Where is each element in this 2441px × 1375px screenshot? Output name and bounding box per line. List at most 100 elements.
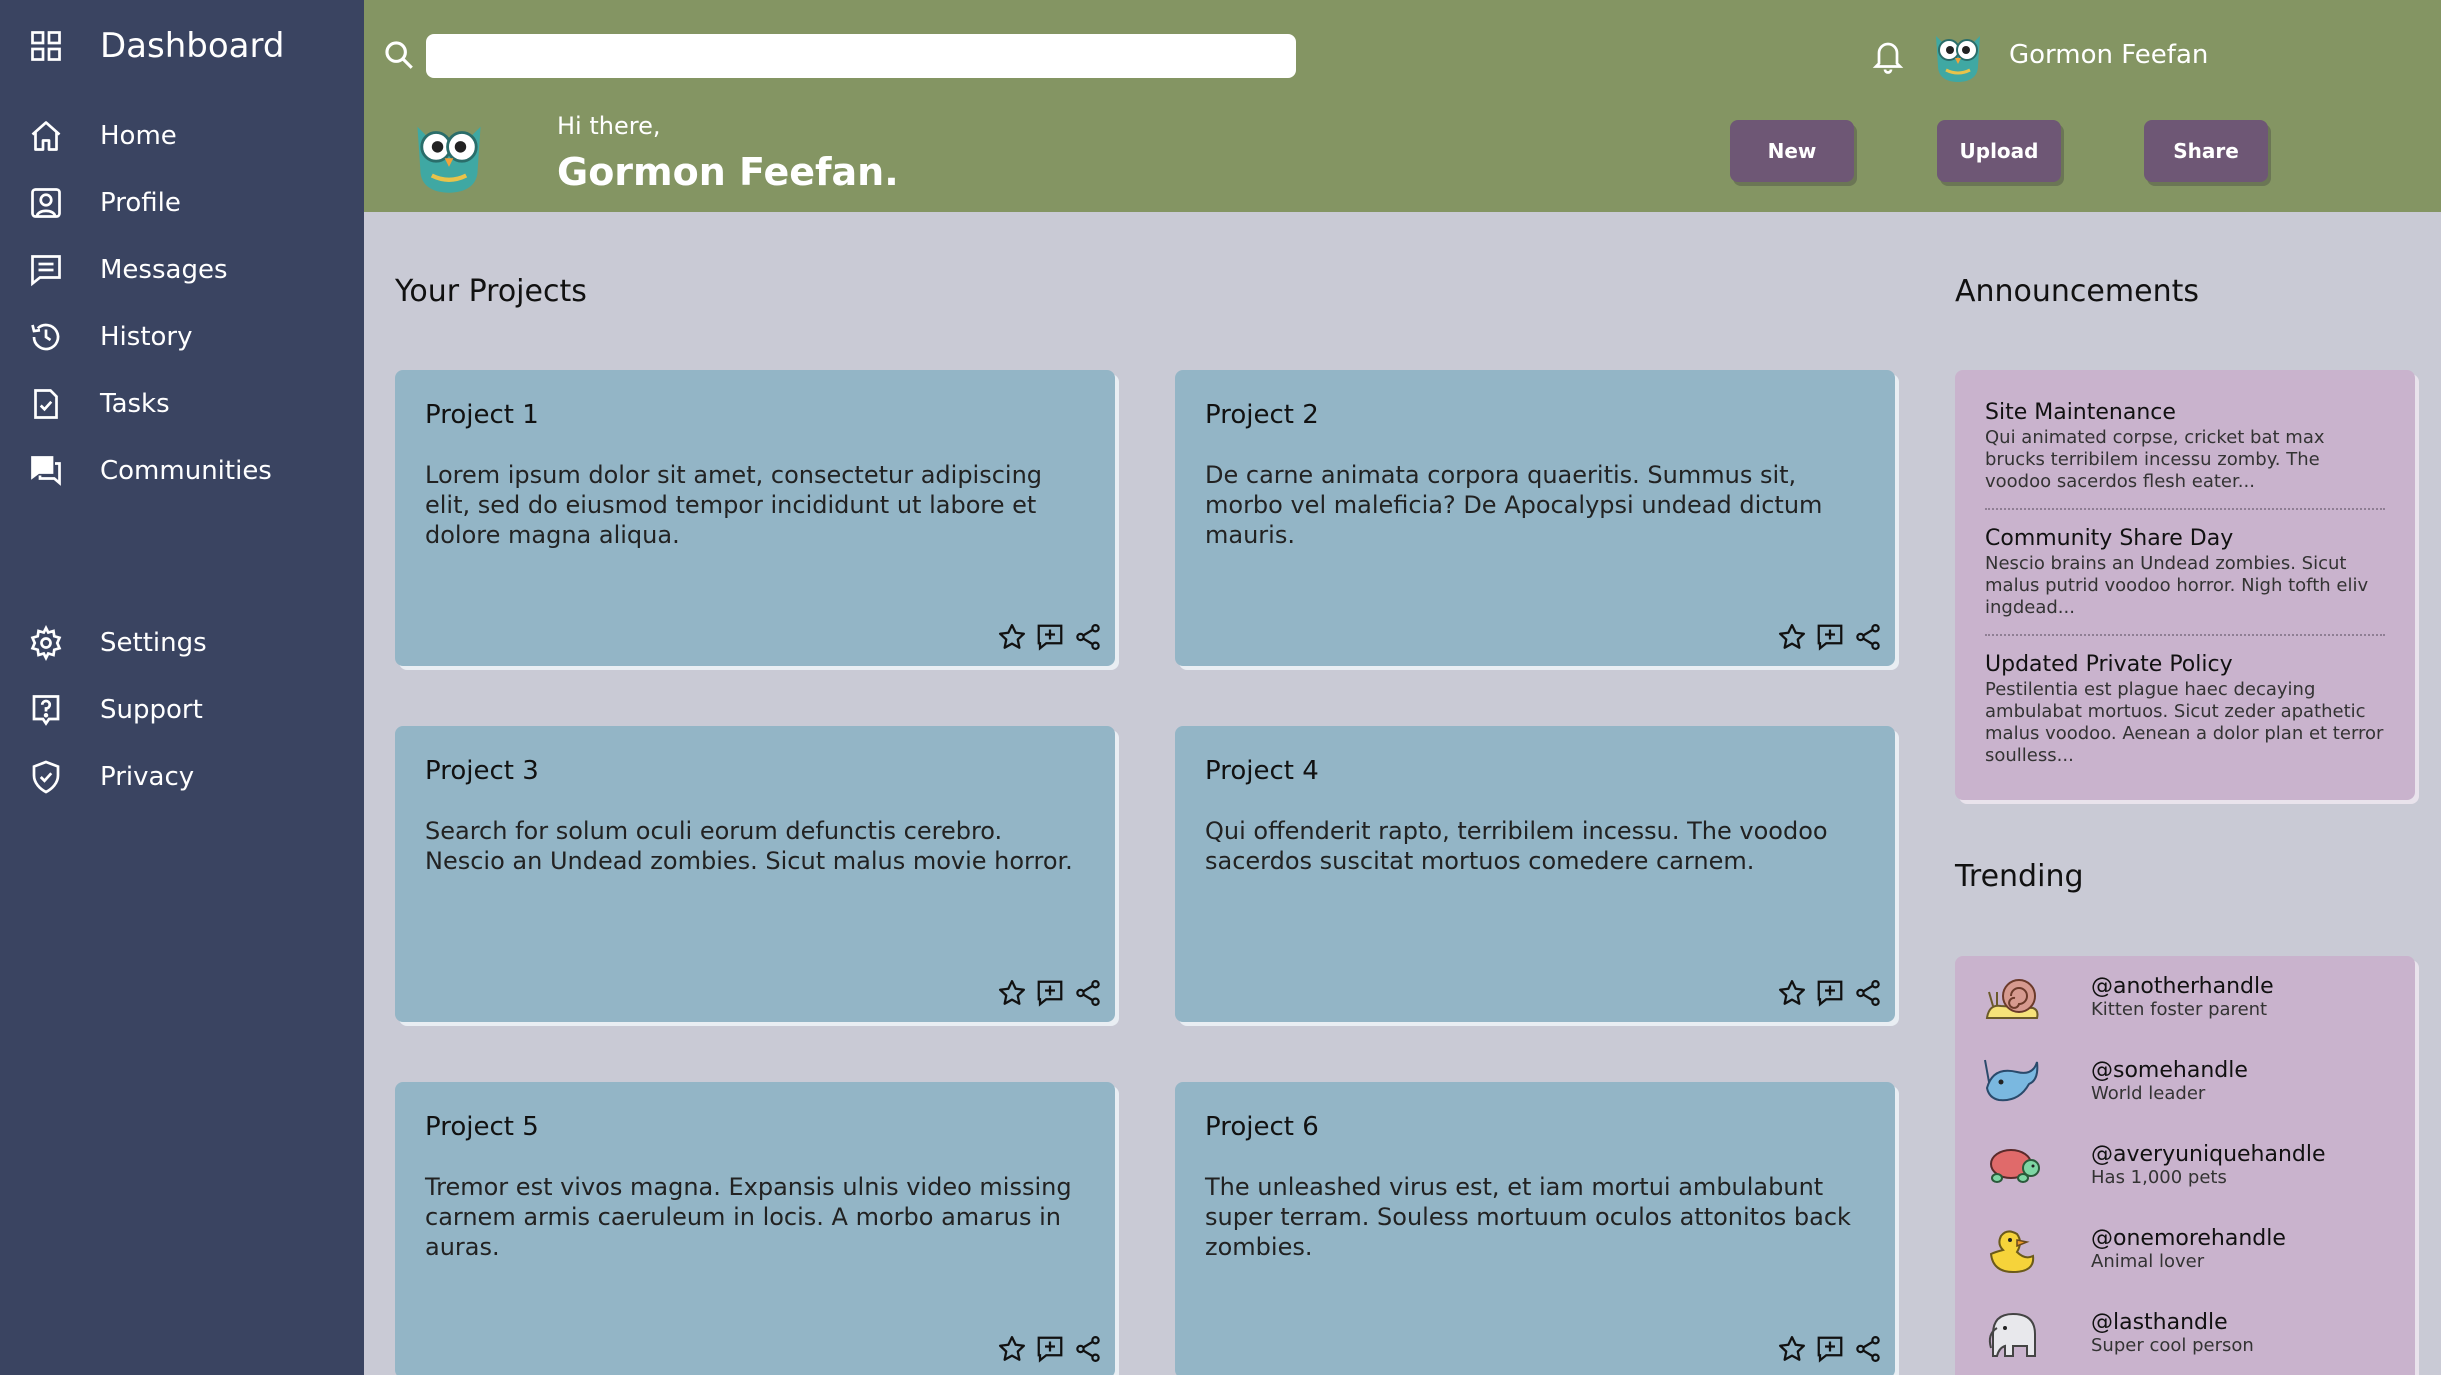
add-comment-icon[interactable] — [1035, 978, 1065, 1008]
project-actions — [997, 1334, 1103, 1364]
share-icon[interactable] — [1073, 1334, 1103, 1364]
sidebar-item-label: Settings — [100, 628, 207, 658]
trending-title: Trending — [1955, 859, 2084, 894]
sidebar-item-label: Privacy — [100, 762, 195, 792]
dashboard-grid-icon — [28, 28, 64, 64]
announcements-title: Announcements — [1955, 274, 2199, 309]
announcement-item[interactable]: Updated Private Policy Pestilentia est p… — [1985, 652, 2385, 767]
star-icon[interactable] — [997, 978, 1027, 1008]
brand-label: Dashboard — [100, 26, 285, 66]
sidebar-item-profile[interactable]: Profile — [28, 185, 181, 221]
trending-handle: @somehandle — [2091, 1058, 2248, 1083]
greeting: Hi there, — [557, 112, 661, 140]
sidebar: Dashboard Home Profile Messages History … — [0, 0, 364, 1375]
search-input[interactable] — [426, 34, 1296, 78]
star-icon[interactable] — [1777, 622, 1807, 652]
header: Gormon Feefan Hi there, Gormon Feefan. N… — [364, 0, 2441, 212]
add-comment-icon[interactable] — [1035, 1334, 1065, 1364]
sidebar-item-tasks[interactable]: Tasks — [28, 386, 170, 422]
sidebar-item-communities[interactable]: Communities — [28, 453, 272, 489]
project-actions — [1777, 978, 1883, 1008]
project-title: Project 3 — [425, 756, 539, 786]
snail-icon — [1985, 979, 2039, 1019]
duck-icon — [1989, 1230, 2035, 1274]
project-actions — [997, 622, 1103, 652]
sidebar-item-label: Profile — [100, 188, 181, 218]
profile-icon — [28, 185, 64, 221]
star-icon[interactable] — [997, 1334, 1027, 1364]
project-card[interactable]: Project 2 De carne animata corpora quaeri… — [1175, 370, 1895, 666]
project-title: Project 4 — [1205, 756, 1319, 786]
announcement-title: Site Maintenance — [1985, 400, 2176, 425]
search-icon[interactable] — [382, 38, 416, 72]
trending-item[interactable]: @somehandle World leader — [1983, 1052, 2248, 1110]
add-comment-icon[interactable] — [1815, 622, 1845, 652]
bell-icon[interactable] — [1870, 36, 1906, 76]
communities-icon — [28, 453, 64, 489]
trending-handle: @onemorehandle — [2091, 1226, 2286, 1251]
share-button[interactable]: Share — [2144, 120, 2268, 182]
brand[interactable]: Dashboard — [28, 26, 284, 66]
owl-avatar-large — [417, 126, 481, 193]
trending-desc: Super cool person — [2091, 1335, 2254, 1356]
add-comment-icon[interactable] — [1815, 978, 1845, 1008]
star-icon[interactable] — [1777, 1334, 1807, 1364]
trending-desc: Kitten foster parent — [2091, 999, 2268, 1020]
project-title: Project 5 — [425, 1112, 539, 1142]
project-actions — [1777, 1334, 1883, 1364]
trending-item[interactable]: @onemorehandle Animal lover — [1983, 1220, 2286, 1278]
project-actions — [1777, 622, 1883, 652]
shield-icon — [28, 759, 64, 795]
add-comment-icon[interactable] — [1035, 622, 1065, 652]
project-card[interactable]: Project 6 The unleashed virus est, et iam… — [1175, 1082, 1895, 1375]
share-icon[interactable] — [1073, 978, 1103, 1008]
project-title: Project 1 — [425, 400, 539, 430]
star-icon[interactable] — [997, 622, 1027, 652]
project-card[interactable]: Project 4 Qui offenderit rapto, terribile… — [1175, 726, 1895, 1022]
header-username[interactable]: Gormon Feefan — [2009, 40, 2208, 70]
announcements-panel: Site Maintenance Qui animated corpse, cr… — [1955, 370, 2415, 800]
sidebar-item-privacy[interactable]: Privacy — [28, 759, 194, 795]
sidebar-item-history[interactable]: History — [28, 319, 193, 355]
projects-title: Your Projects — [395, 274, 587, 309]
owl-avatar[interactable] — [1928, 26, 1988, 84]
trending-handle: @averyuniquehandle — [2091, 1142, 2326, 1167]
announcement-item[interactable]: Site Maintenance Qui animated corpse, cr… — [1985, 400, 2385, 493]
elephant-icon — [1988, 1312, 2036, 1357]
trending-item[interactable]: @averyuniquehandle Has 1,000 pets — [1983, 1136, 2326, 1194]
announcement-divider — [1985, 634, 2385, 636]
share-icon[interactable] — [1853, 1334, 1883, 1364]
sidebar-item-home[interactable]: Home — [28, 118, 177, 154]
trending-item[interactable]: @lasthandle Super cool person — [1983, 1304, 2254, 1362]
new-button[interactable]: New — [1730, 120, 1854, 182]
sidebar-item-label: History — [100, 322, 193, 352]
sidebar-item-messages[interactable]: Messages — [28, 252, 228, 288]
trending-handle: @anotherhandle — [2091, 974, 2274, 999]
trending-panel: @anotherhandle Kitten foster parent @som… — [1955, 956, 2415, 1375]
project-title: Project 2 — [1205, 400, 1319, 430]
upload-button[interactable]: Upload — [1937, 120, 2061, 182]
project-card[interactable]: Project 3 Search for solum oculi eorum de… — [395, 726, 1115, 1022]
announcement-title: Updated Private Policy — [1985, 652, 2233, 677]
share-icon[interactable] — [1073, 622, 1103, 652]
sidebar-item-settings[interactable]: Settings — [28, 624, 207, 662]
project-actions — [997, 978, 1103, 1008]
announcement-body: Qui animated corpse, cricket bat max bru… — [1985, 427, 2325, 492]
share-icon[interactable] — [1853, 622, 1883, 652]
share-icon[interactable] — [1853, 978, 1883, 1008]
add-comment-icon[interactable] — [1815, 1334, 1845, 1364]
project-title: Project 6 — [1205, 1112, 1319, 1142]
trending-handle: @lasthandle — [2091, 1310, 2228, 1335]
sidebar-item-support[interactable]: Support — [28, 692, 203, 728]
project-description: The unleashed virus est, et iam mortui a… — [1205, 1173, 1851, 1261]
project-card[interactable]: Project 1 Lorem ipsum dolor sit amet, con… — [395, 370, 1115, 666]
announcement-item[interactable]: Community Share Day Nescio brains an Und… — [1985, 526, 2385, 619]
hero-name: Gormon Feefan. — [557, 150, 899, 194]
project-card[interactable]: Project 5 Tremor est vivos magna. Expansi… — [395, 1082, 1115, 1375]
sidebar-item-label: Support — [100, 695, 203, 725]
star-icon[interactable] — [1777, 978, 1807, 1008]
trending-item[interactable]: @anotherhandle Kitten foster parent — [1983, 968, 2274, 1026]
turtle-icon — [1990, 1149, 2040, 1183]
sidebar-item-label: Messages — [100, 255, 228, 285]
project-description: Lorem ipsum dolor sit amet, consectetur … — [425, 461, 1043, 549]
